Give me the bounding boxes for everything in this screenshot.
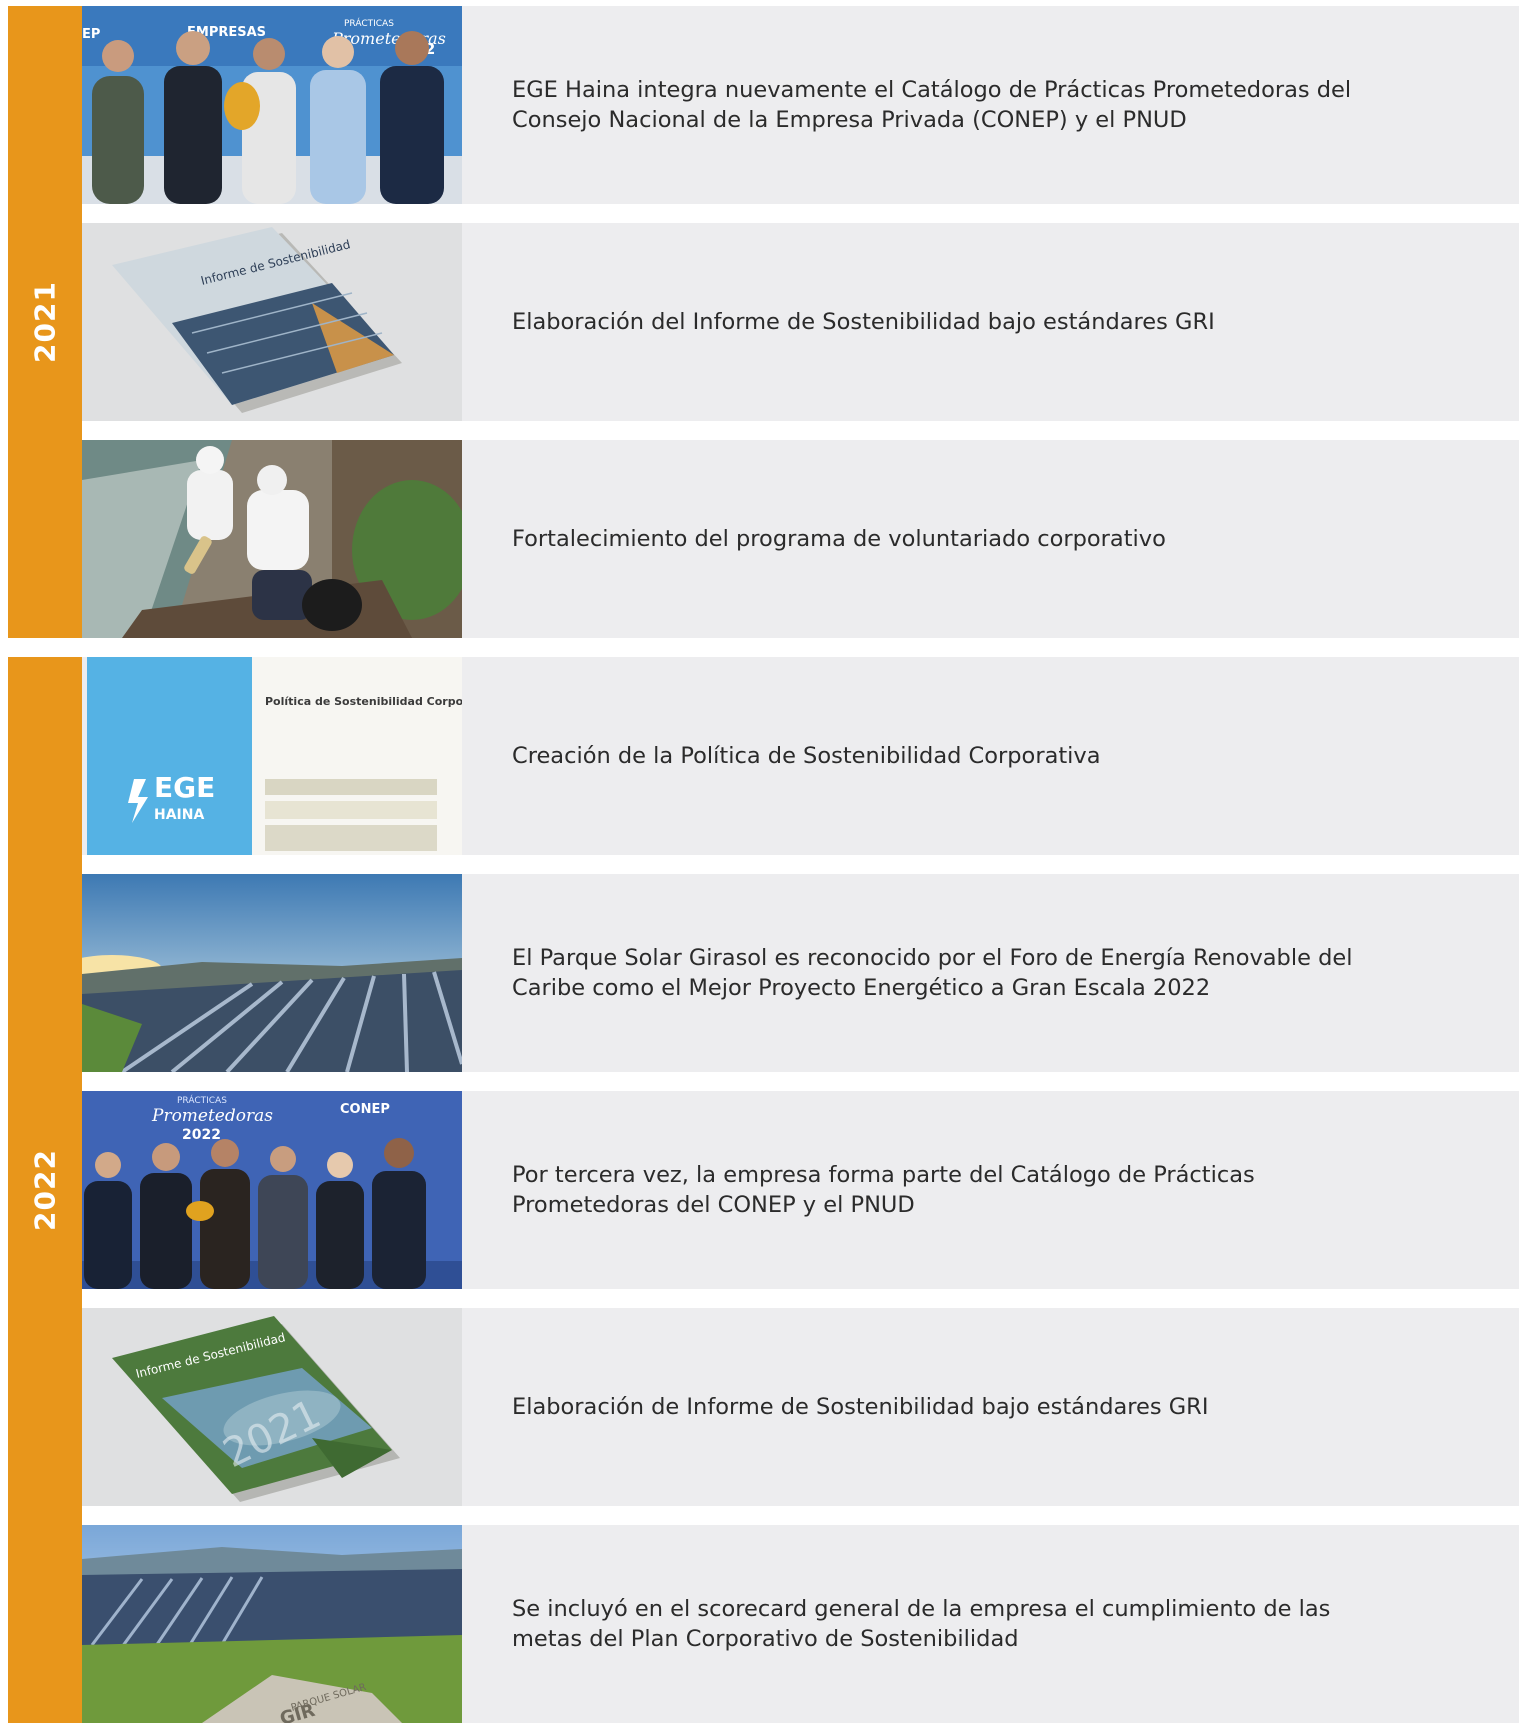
timeline-group-2022: 2022 Política de Sostenibilidad Corporat… [8,657,1519,1723]
banner-text: CONEP [340,1102,390,1117]
award-ceremony-photo: PRÁCTICAS Prometedoras 2022 CONEP [82,1091,462,1289]
banner-text: 2022 [182,1127,221,1143]
banner-text: EP [82,27,100,42]
timeline-item: EMPRESAS PRÁCTICAS Prometedoras 202 EP E… [82,6,1519,204]
item-description: El Parque Solar Girasol es reconocido po… [512,945,1353,1001]
document-title: Política de Sostenibilidad Corporativa [265,695,462,708]
award-ceremony-image: PRÁCTICAS Prometedoras 2022 CONEP [82,1091,462,1289]
sustainability-report-cover: Informe de Sostenibilidad [82,223,462,421]
item-description: Se incluyó en el scorecard general de la… [512,1596,1331,1652]
policy-document-cover: Política de Sostenibilidad Corporativa E… [82,657,462,855]
year-bar: 2022 [8,657,82,1723]
report-cover-image: Informe de Sostenibilidad 2021 [82,1308,462,1506]
award-ceremony-photo: EMPRESAS PRÁCTICAS Prometedoras 202 EP [82,6,462,204]
item-description: Elaboración del Informe de Sostenibilida… [512,309,1215,335]
brand-logo-text: EGE [154,771,215,804]
timeline-item: PARQUE SOLAR GIR Se incluyó en el scorec… [82,1525,1519,1723]
solar-park-landscape-photo [82,874,462,1072]
policy-document-image: Política de Sostenibilidad Corporativa E… [82,657,462,855]
award-ceremony-image: EMPRESAS PRÁCTICAS Prometedoras 202 EP [82,6,462,204]
item-description: Por tercera vez, la empresa forma parte … [512,1162,1255,1218]
timeline-item: El Parque Solar Girasol es reconocido po… [82,874,1519,1072]
timeline-group-2021: 2021 EMPRESAS PRÁCTICAS Prometedoras 202… [8,6,1519,638]
year-label: 2021 [28,281,62,363]
timeline-item: Fortalecimiento del programa de voluntar… [82,440,1519,638]
timeline-item: Política de Sostenibilidad Corporativa E… [82,657,1519,855]
volunteer-image [82,440,462,638]
volunteer-beach-cleanup-photo [82,440,462,638]
timeline-item: Informe de Sostenibilidad Elaboración de… [82,223,1519,421]
item-description: EGE Haina integra nuevamente el Catálogo… [512,77,1352,133]
report-cover-image: Informe de Sostenibilidad [82,223,462,421]
year-label: 2022 [28,1149,62,1231]
solar-park-sign-photo: PARQUE SOLAR GIR [82,1525,462,1723]
banner-text: Prometedoras [151,1106,273,1126]
solar-park-sign-image: PARQUE SOLAR GIR [82,1525,462,1723]
banner-text: PRÁCTICAS [177,1094,227,1106]
item-description: Creación de la Política de Sostenibilida… [512,743,1101,769]
timeline-item: Informe de Sostenibilidad 2021 Elaboraci… [82,1308,1519,1506]
year-bar: 2021 [8,6,82,638]
brand-logo-text: HAINA [154,807,204,823]
timeline-item: PRÁCTICAS Prometedoras 2022 CONEP Por te… [82,1091,1519,1289]
item-description: Fortalecimiento del programa de voluntar… [512,526,1166,552]
banner-text: PRÁCTICAS [344,17,394,29]
item-description: Elaboración de Informe de Sostenibilidad… [512,1394,1209,1420]
solar-park-image [82,874,462,1072]
sustainability-report-cover: Informe de Sostenibilidad 2021 [82,1308,462,1506]
